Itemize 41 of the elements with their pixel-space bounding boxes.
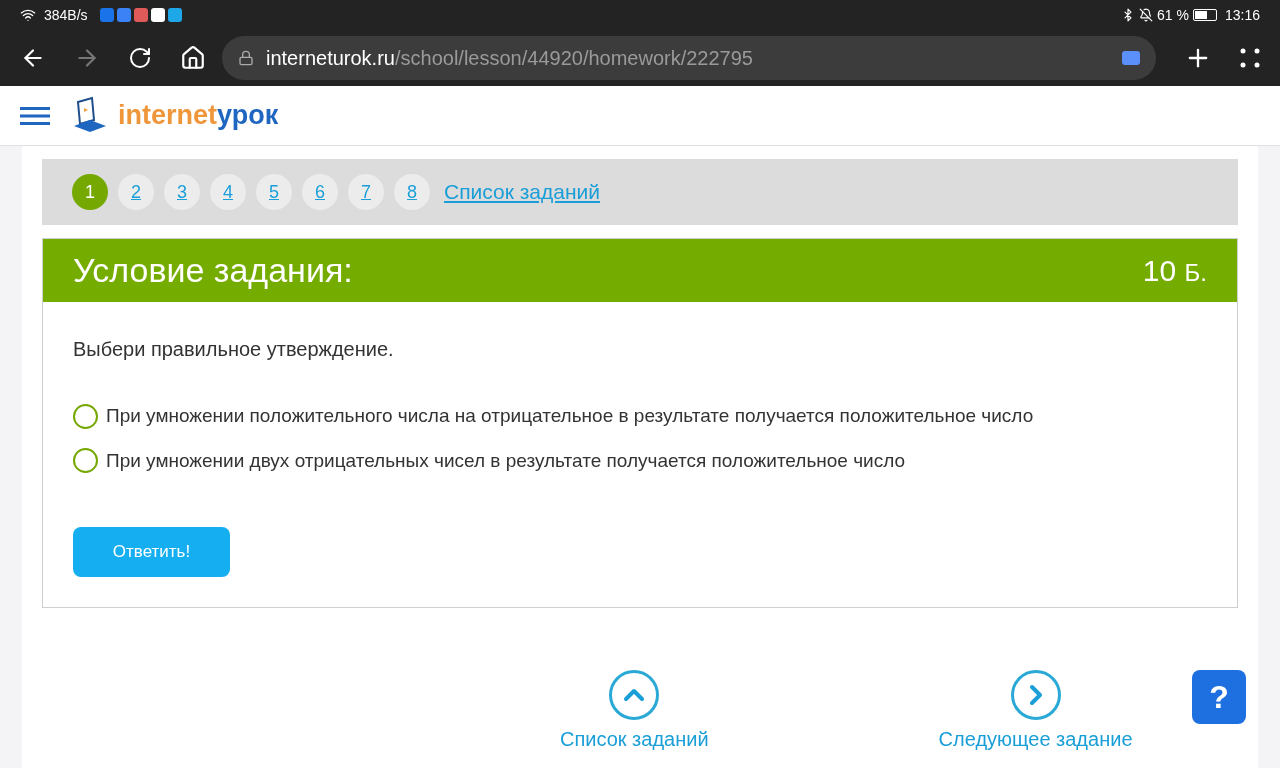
radio-button[interactable] <box>73 448 98 474</box>
answer-option[interactable]: При умножении положительного числа на отрицательное в результате получается положительное число <box>73 402 1207 431</box>
reload-icon[interactable] <box>128 46 152 70</box>
task-title: Условие задания: <box>73 250 353 291</box>
task-number[interactable]: 2 <box>118 174 154 210</box>
answer-option[interactable]: При умножении двух отрицательных чисел в результате получается положительное число <box>73 446 1207 475</box>
task-number[interactable]: 6 <box>302 174 338 210</box>
task-points: 10 Б. <box>1142 253 1207 289</box>
app-notification-icon <box>150 8 165 22</box>
next-task-button[interactable]: Следующее задание <box>938 670 1133 754</box>
task-number[interactable]: 3 <box>164 174 200 210</box>
app-notification-icon <box>167 8 182 22</box>
question-text: Выбери правильное утверждение. <box>73 337 395 362</box>
url-domain: interneturok.ru <box>266 46 395 71</box>
lock-icon <box>238 50 254 66</box>
task-number[interactable]: 5 <box>256 174 292 210</box>
logo-text[interactable]: internet <box>118 95 217 136</box>
task-number[interactable]: 7 <box>348 174 384 210</box>
url-path: /school/lesson/44920/homework/222795 <box>394 46 753 71</box>
network-speed: 384B/s <box>44 5 88 25</box>
app-notification-icon <box>99 8 114 22</box>
bell-off-icon <box>1139 8 1154 22</box>
task-number[interactable]: 8 <box>394 174 430 210</box>
address-bar[interactable]: interneturok.ru/school/lesson/44920/homework/222795 <box>222 36 1156 80</box>
app-notification-icon <box>133 8 148 22</box>
task-number[interactable]: 4 <box>210 174 246 210</box>
battery-percent: 61 % <box>1157 5 1189 25</box>
home-icon[interactable] <box>180 45 206 71</box>
battery-icon <box>1192 9 1217 21</box>
help-button[interactable]: ? <box>1192 670 1246 724</box>
menu-icon[interactable] <box>20 105 50 126</box>
task-number[interactable]: 1 <box>72 174 108 210</box>
menu-dots-icon[interactable] <box>1240 48 1260 68</box>
wifi-icon <box>20 7 36 23</box>
task-list-link[interactable]: Список заданий <box>444 176 600 208</box>
logo-text[interactable]: урок <box>217 95 279 136</box>
submit-button[interactable]: Ответить! <box>73 527 230 577</box>
clock: 13:16 <box>1224 5 1260 25</box>
radio-button[interactable] <box>73 403 98 429</box>
app-notification-icon <box>116 8 131 22</box>
task-list-button[interactable]: Список заданий <box>560 670 709 754</box>
